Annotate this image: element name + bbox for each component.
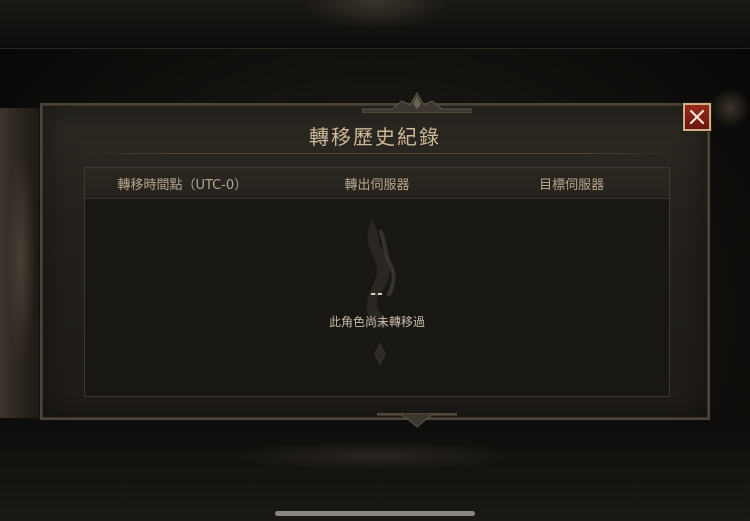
home-indicator[interactable] [275,511,475,516]
background-right-artwork [710,88,750,128]
empty-placeholder-dash: -- [370,286,384,302]
close-button[interactable] [683,103,711,131]
bottom-crest-ornament-icon [377,413,457,428]
dialog-title: 轉移歷史紀錄 [309,125,441,149]
crest-ornament-icon [362,92,472,113]
transfer-history-table: 轉移時間點（UTC-0） 轉出伺服器 目標伺服器 -- 此角色尚未轉移過 [84,167,670,397]
background-bottom-bar [0,421,750,521]
transfer-history-dialog: 轉移歷史紀錄 轉移時間點（UTC-0） 轉出伺服器 目標伺服器 -- 此角色尚未… [40,92,711,428]
table-header: 轉移時間點（UTC-0） 轉出伺服器 目標伺服器 [85,168,669,199]
empty-state-message: 此角色尚未轉移過 [328,315,425,329]
game-scene: 轉移歷史紀錄 轉移時間點（UTC-0） 轉出伺服器 目標伺服器 -- 此角色尚未… [0,0,750,521]
column-header-transfer-time: 轉移時間點（UTC-0） [117,177,248,193]
column-header-target-server: 目標伺服器 [539,177,605,193]
title-divider [84,153,670,154]
background-top-ornament [300,0,450,30]
close-icon [689,109,705,125]
column-header-source-server: 轉出伺服器 [344,177,410,193]
